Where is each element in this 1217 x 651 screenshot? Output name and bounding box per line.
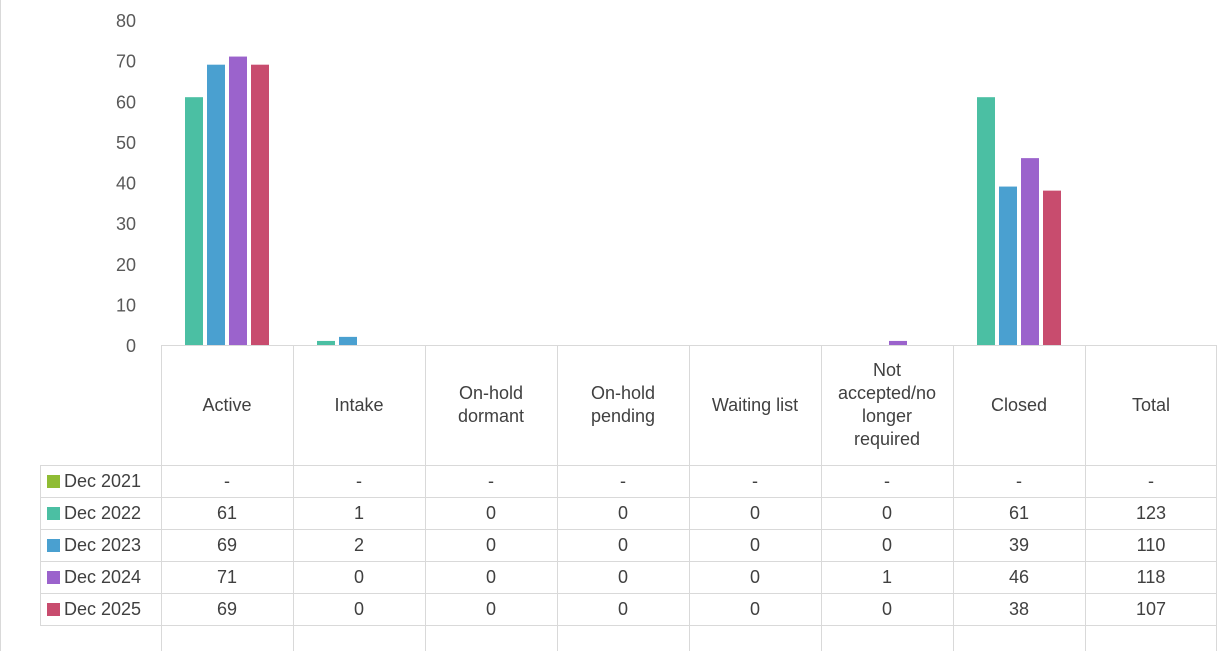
bar-dec-2023-1 (339, 336, 357, 345)
chart-frame: 0 10 20 30 40 50 60 70 80 Active Intake On-hold dor… (0, 0, 1217, 651)
y-tick-label: 70 (116, 52, 136, 72)
y-tick-label: 0 (126, 336, 136, 356)
bar-dec-2022-6 (977, 97, 995, 345)
bar-dec-2024-6 (1021, 158, 1039, 345)
bar-dec-2025-6 (1043, 190, 1061, 345)
y-tick-label: 10 (116, 295, 136, 315)
y-tick-label: 30 (116, 214, 136, 234)
bar-dec-2023-6 (999, 186, 1017, 345)
bar-dec-2024-5 (889, 340, 907, 345)
bar-dec-2023-0 (207, 64, 225, 345)
bar-chart: 0 10 20 30 40 50 60 70 80 (116, 11, 1061, 356)
bar-dec-2025-0 (251, 64, 269, 345)
y-tick-label: 60 (116, 92, 136, 112)
y-tick-label: 50 (116, 133, 136, 153)
y-tick-label: 40 (116, 174, 136, 194)
bar-dec-2022-0 (185, 97, 203, 345)
bar-dec-2022-1 (317, 340, 335, 345)
bar-dec-2024-0 (229, 56, 247, 345)
y-tick-label: 80 (116, 11, 136, 31)
y-tick-label: 20 (116, 255, 136, 275)
